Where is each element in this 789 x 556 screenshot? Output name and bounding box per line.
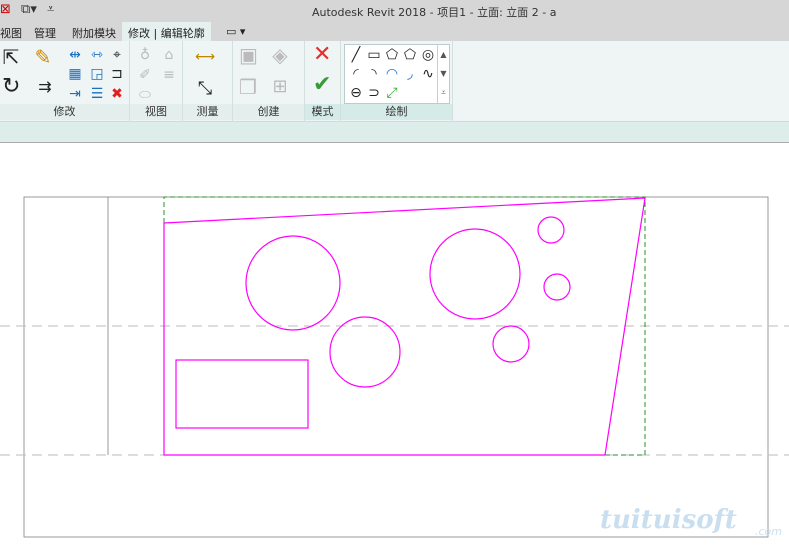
drawing-canvas[interactable] xyxy=(0,143,789,556)
rectangle-icon[interactable]: ▭ xyxy=(365,47,383,63)
finish-edit-mode-icon[interactable]: ✔ xyxy=(313,74,331,96)
match-properties-icon[interactable]: ✎ xyxy=(34,47,52,67)
gallery-scroll[interactable]: ▲ ▼ ⩡ xyxy=(437,45,449,103)
draw-gallery: ╱ ▭ ⬠ ⬠ ◎ ◜ ◝ ◠ ◞ ∿ ⊖ ⊃ ⤢ ▲ ▼ ⩡ xyxy=(344,44,450,104)
sketch-circle[interactable] xyxy=(543,273,571,301)
panel-create: ▣ ◈ ❒ ⊞ 创建 xyxy=(233,41,305,122)
lightbulb-icon[interactable]: ♁ xyxy=(136,47,154,63)
line-icon[interactable]: ╱ xyxy=(347,47,365,63)
dropdown-icon[interactable]: ⩡ xyxy=(47,2,54,17)
panel-label-mode: 模式 xyxy=(305,104,340,120)
delete-icon[interactable]: ✖ xyxy=(108,86,126,102)
tab-modify-edit-profile[interactable]: 修改 | 编辑轮廓 xyxy=(122,22,211,41)
align-icon[interactable]: ⇹ xyxy=(66,47,84,63)
override-icon[interactable]: ⌂ xyxy=(160,47,178,63)
hide-element-icon[interactable]: ⬭ xyxy=(136,87,154,103)
watermark-suffix: .com xyxy=(755,525,782,538)
sketch-circle[interactable] xyxy=(429,228,521,320)
ellipse-icon[interactable]: ⊖ xyxy=(347,85,365,101)
tab-view[interactable]: 视图 xyxy=(0,25,22,41)
tab-addins[interactable]: 附加模块 xyxy=(72,25,116,41)
inscribed-polygon-icon[interactable]: ⬠ xyxy=(383,47,401,63)
quick-access-toolbar: ⊠ ⧉▾ ⩡ xyxy=(0,2,54,17)
tab-panel-toggle[interactable]: ▭ ▾ xyxy=(226,25,245,38)
watermark: tuituisoft xyxy=(600,505,737,535)
create-group-icon[interactable]: ◈ xyxy=(271,45,289,65)
tab-manage[interactable]: 管理 xyxy=(34,25,56,41)
sketch-circle[interactable] xyxy=(492,325,530,363)
similar-icon[interactable]: ⊞ xyxy=(271,78,289,96)
sketch-rectangle[interactable] xyxy=(175,359,309,429)
panel-modify: ⇱ ✎ ↻ ⇉ ⇹ ⇿ ⌖ ▦ ◲ ⊐ ⇥ ☰ ✖ 修改 xyxy=(0,41,130,122)
sketch-circle[interactable] xyxy=(245,235,341,331)
close-project-icon[interactable]: ⊠ xyxy=(0,2,11,17)
linework-icon[interactable]: ≡ xyxy=(160,67,178,83)
options-bar xyxy=(0,122,789,143)
panel-measure: ⟷ ⤡ 测量 xyxy=(183,41,233,122)
paint-icon[interactable]: ✐ xyxy=(136,67,154,83)
panel-label-measure: 测量 xyxy=(183,104,232,120)
window-title: Autodesk Revit 2018 - 项目1 - 立面: 立面 2 - a xyxy=(312,6,557,19)
unpin-delete-icon[interactable]: ⌖ xyxy=(108,47,126,63)
spline-icon[interactable]: ∿ xyxy=(419,66,437,82)
sketch-circle[interactable] xyxy=(329,316,401,388)
ribbon: ⇱ ✎ ↻ ⇉ ⇹ ⇿ ⌖ ▦ ◲ ⊐ ⇥ ☰ ✖ 修改 ♁ ⌂ ✐ ≡ ⬭ 视… xyxy=(0,41,789,122)
panel-mode: ✕ ✔ 模式 xyxy=(305,41,341,122)
aligned-dimension-icon[interactable]: ⤡ xyxy=(191,80,219,98)
panel-draw: ╱ ▭ ⬠ ⬠ ◎ ◜ ◝ ◠ ◞ ∿ ⊖ ⊃ ⤢ ▲ ▼ ⩡ 绘制 xyxy=(341,41,453,122)
scale-icon[interactable]: ◲ xyxy=(88,66,106,82)
title-bar: ⊠ ⧉▾ ⩡ Autodesk Revit 2018 - 项目1 - 立面: 立… xyxy=(0,0,789,22)
panel-label-modify: 修改 xyxy=(0,104,129,120)
trim-extend-icon[interactable]: ⇉ xyxy=(36,79,54,95)
pick-lines-icon[interactable]: ⤢ xyxy=(383,85,401,101)
pin-icon[interactable]: ⊐ xyxy=(108,66,126,82)
rotate-icon[interactable]: ↻ xyxy=(2,76,20,98)
circle-icon[interactable]: ◎ xyxy=(419,47,437,63)
sketch-circle[interactable] xyxy=(537,216,565,244)
panel-label-create: 创建 xyxy=(233,104,304,120)
fillet-arc-icon[interactable]: ◞ xyxy=(401,66,419,82)
array-icon[interactable]: ▦ xyxy=(66,66,84,82)
ribbon-tabs: 视图 管理 附加模块 修改 | 编辑轮廓 ▭ ▾ xyxy=(0,22,789,41)
panel-label-draw: 绘制 xyxy=(341,104,452,120)
offset-icon[interactable]: ⇿ xyxy=(88,47,106,63)
center-arc-icon[interactable]: ◝ xyxy=(365,66,383,82)
start-end-arc-icon[interactable]: ◜ xyxy=(347,66,365,82)
create-part-icon[interactable]: ▣ xyxy=(239,45,258,65)
cancel-edit-mode-icon[interactable]: ✕ xyxy=(313,44,331,66)
split-icon[interactable]: ⇥ xyxy=(66,86,84,102)
measure-icon[interactable]: ⟷ xyxy=(191,49,219,65)
tangent-arc-icon[interactable]: ◠ xyxy=(383,66,401,82)
create-assembly-icon[interactable]: ❒ xyxy=(239,77,257,97)
split-gap-icon[interactable]: ☰ xyxy=(88,86,106,102)
partial-ellipse-icon[interactable]: ⊃ xyxy=(365,85,383,101)
modify-select-icon[interactable]: ⇱ xyxy=(2,47,20,67)
panel-view: ♁ ⌂ ✐ ≡ ⬭ 视图 xyxy=(130,41,183,122)
panel-label-view: 视图 xyxy=(130,104,182,120)
switch-windows-icon[interactable]: ⧉▾ xyxy=(21,2,37,17)
circumscribed-polygon-icon[interactable]: ⬠ xyxy=(401,47,419,63)
